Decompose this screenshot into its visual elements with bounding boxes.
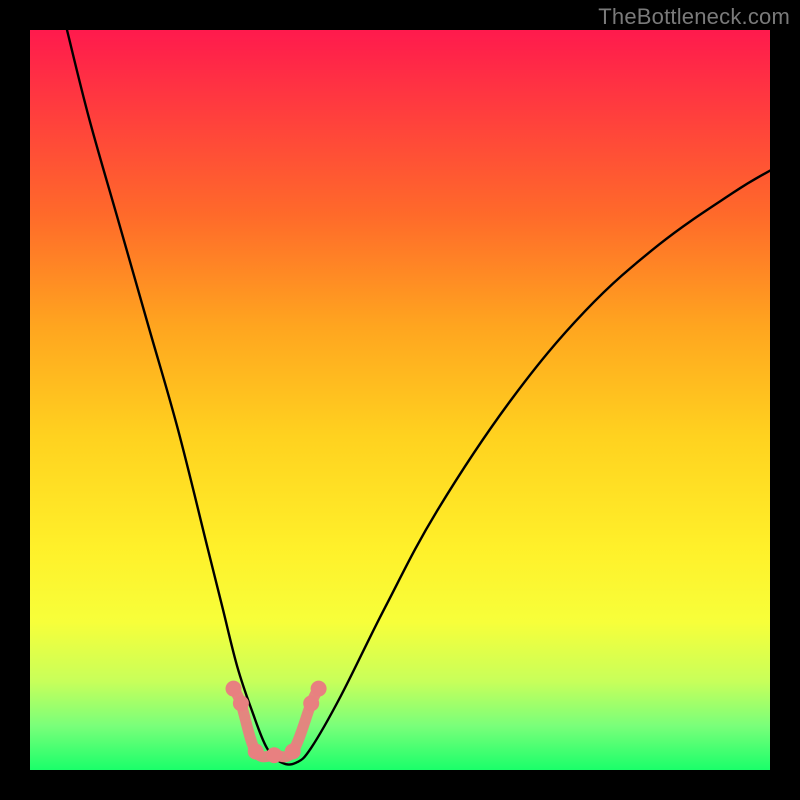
watermark-text: TheBottleneck.com xyxy=(598,4,790,30)
bottleneck-curve xyxy=(67,30,770,765)
marker-dot xyxy=(303,695,319,711)
curve-svg xyxy=(30,30,770,770)
marker-dot xyxy=(285,744,301,760)
marker-layer xyxy=(226,681,327,764)
marker-dot xyxy=(266,747,282,763)
marker-dot xyxy=(233,695,249,711)
plot-area xyxy=(30,30,770,770)
marker-dot xyxy=(248,744,264,760)
marker-dot xyxy=(226,681,242,697)
curve-layer xyxy=(67,30,770,765)
chart-frame: TheBottleneck.com xyxy=(0,0,800,800)
marker-dot xyxy=(311,681,327,697)
